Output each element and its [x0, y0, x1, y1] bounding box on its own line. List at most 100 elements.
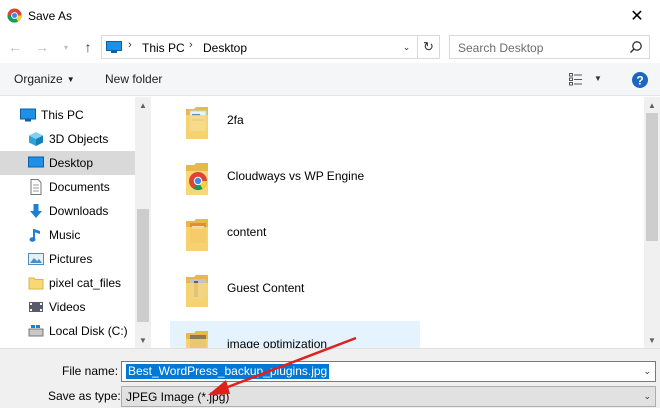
- scroll-down-icon[interactable]: ▼: [135, 332, 151, 348]
- arrow-left-icon: ←: [8, 39, 22, 55]
- navigation-scrollbar[interactable]: ▲ ▼: [135, 97, 151, 348]
- folder-icon: [186, 219, 208, 251]
- breadcrumb-separator: ›: [128, 39, 132, 51]
- breadcrumb-this-pc[interactable]: This PC: [142, 41, 185, 55]
- sidebar-item-label: Downloads: [49, 204, 109, 218]
- caret-down-icon: ▼: [66, 75, 75, 84]
- sidebar-item-label: Music: [49, 228, 81, 242]
- file-name-value[interactable]: Best_WordPress_backup_plugins.jpg: [126, 364, 330, 379]
- videos-icon: [29, 302, 43, 312]
- sidebar-item-label: 3D Objects: [49, 132, 109, 146]
- file-name: Guest Content: [227, 281, 305, 295]
- command-bar: Organize ▼ New folder ▼: [0, 63, 660, 96]
- sidebar-item-label: This PC: [41, 108, 84, 122]
- svg-text:?: ?: [636, 74, 643, 88]
- scrollbar-thumb[interactable]: [137, 209, 149, 322]
- chevron-down-icon: ▾: [63, 42, 68, 52]
- scroll-up-icon[interactable]: ▲: [135, 97, 151, 113]
- sidebar-item-label: Videos: [49, 300, 86, 314]
- sidebar-item-this-pc[interactable]: This PC: [0, 103, 135, 127]
- chevron-down-icon: ⌄: [402, 41, 411, 52]
- file-name: content: [227, 225, 267, 239]
- list-item[interactable]: Cloudways vs WP Engine: [170, 153, 420, 209]
- file-name: Cloudways vs WP Engine: [227, 169, 365, 183]
- sidebar-item-label: Pictures: [49, 252, 93, 266]
- pictures-icon: [28, 253, 44, 265]
- arrow-right-icon: →: [35, 39, 49, 55]
- refresh-icon: ↻: [423, 39, 434, 54]
- close-button[interactable]: ✕: [614, 0, 660, 31]
- address-row: ← → ▾ ↑ › This PC › Desktop ⌄ ↻ Search D…: [0, 31, 660, 63]
- sidebar-item-label: pixel cat_files: [49, 276, 122, 290]
- search-icon: [629, 41, 642, 54]
- sidebar-item-label: Desktop: [49, 156, 94, 170]
- sidebar-item-3d-objects[interactable]: 3D Objects: [0, 127, 135, 151]
- sidebar-item-downloads[interactable]: Downloads: [0, 199, 135, 223]
- chevron-down-icon[interactable]: ⌄: [643, 391, 651, 402]
- save-as-type-label: Save as type:: [48, 389, 121, 403]
- recent-locations-button[interactable]: ▾: [57, 38, 75, 56]
- breadcrumb-separator: ›: [189, 39, 193, 51]
- folder-icon: [28, 277, 44, 290]
- navigation-pane: This PC 3D Objects Desktop Documents Dow…: [0, 97, 151, 348]
- chrome-folder-icon: [186, 163, 208, 195]
- sidebar-item-desktop[interactable]: Desktop: [0, 151, 135, 175]
- pc-icon: [106, 41, 122, 53]
- view-options-icon[interactable]: [569, 73, 583, 86]
- save-form: File name: Best_WordPress_backup_plugins…: [0, 348, 660, 408]
- list-item[interactable]: Guest Content: [170, 265, 420, 321]
- folder-icon: [186, 107, 208, 139]
- file-list-scrollbar[interactable]: ▲ ▼: [644, 97, 660, 348]
- sidebar-item-label: Documents: [49, 180, 110, 194]
- chrome-icon: [7, 8, 22, 23]
- address-history-dropdown[interactable]: ⌄: [397, 36, 415, 58]
- sidebar-item-documents[interactable]: Documents: [0, 175, 135, 199]
- file-name-field[interactable]: Best_WordPress_backup_plugins.jpg ⌄: [121, 361, 656, 382]
- title-bar: Save As ✕: [0, 0, 660, 31]
- music-icon: [29, 229, 40, 242]
- sidebar-item-pictures[interactable]: Pictures: [0, 247, 135, 271]
- cube-icon: [29, 132, 43, 146]
- organize-button[interactable]: Organize ▼: [14, 72, 75, 86]
- disk-icon: [28, 325, 44, 337]
- organize-label: Organize: [14, 72, 63, 86]
- help-icon[interactable]: ?: [632, 72, 648, 88]
- arrow-up-icon: ↑: [84, 39, 92, 55]
- folder-icon: [186, 331, 208, 348]
- list-item[interactable]: image optimization: [170, 321, 420, 348]
- download-icon: [30, 204, 42, 218]
- sidebar-item-videos[interactable]: Videos: [0, 295, 135, 319]
- scroll-up-icon[interactable]: ▲: [644, 97, 660, 113]
- address-bar[interactable]: › This PC › Desktop ⌄ ↻: [101, 35, 440, 59]
- new-folder-button[interactable]: New folder: [105, 72, 162, 86]
- refresh-button[interactable]: ↻: [417, 36, 439, 58]
- close-icon: ✕: [630, 7, 644, 25]
- file-name: image optimization: [227, 337, 328, 348]
- search-placeholder: Search Desktop: [458, 41, 544, 55]
- sidebar-item-pixel-cat-files[interactable]: pixel cat_files: [0, 271, 135, 295]
- sidebar-item-local-disk[interactable]: Local Disk (C:): [0, 319, 135, 343]
- scroll-down-icon[interactable]: ▼: [644, 332, 660, 348]
- file-name-label: File name:: [62, 364, 119, 378]
- list-item[interactable]: 2fa: [170, 97, 420, 153]
- file-name: 2fa: [227, 113, 244, 127]
- file-list: 2fa Cloudways vs WP Engine content Guest…: [151, 97, 644, 348]
- search-input[interactable]: Search Desktop: [449, 35, 650, 59]
- up-button[interactable]: ↑: [79, 38, 97, 56]
- sidebar-item-music[interactable]: Music: [0, 223, 135, 247]
- save-as-type-value: JPEG Image (*.jpg): [126, 390, 230, 404]
- documents-icon: [30, 179, 42, 195]
- window-title: Save As: [28, 9, 73, 23]
- view-dropdown-icon[interactable]: ▼: [594, 74, 602, 83]
- back-button[interactable]: ←: [6, 38, 24, 56]
- scrollbar-thumb[interactable]: [646, 113, 658, 241]
- folder-icon: [186, 275, 208, 307]
- forward-button[interactable]: →: [33, 38, 51, 56]
- pc-icon: [20, 108, 36, 122]
- list-item[interactable]: content: [170, 209, 420, 265]
- desktop-icon: [28, 156, 44, 168]
- sidebar-item-label: Local Disk (C:): [49, 324, 128, 338]
- save-as-type-select[interactable]: JPEG Image (*.jpg) ⌄: [121, 386, 656, 407]
- chevron-down-icon[interactable]: ⌄: [643, 366, 651, 377]
- breadcrumb-desktop[interactable]: Desktop: [203, 41, 247, 55]
